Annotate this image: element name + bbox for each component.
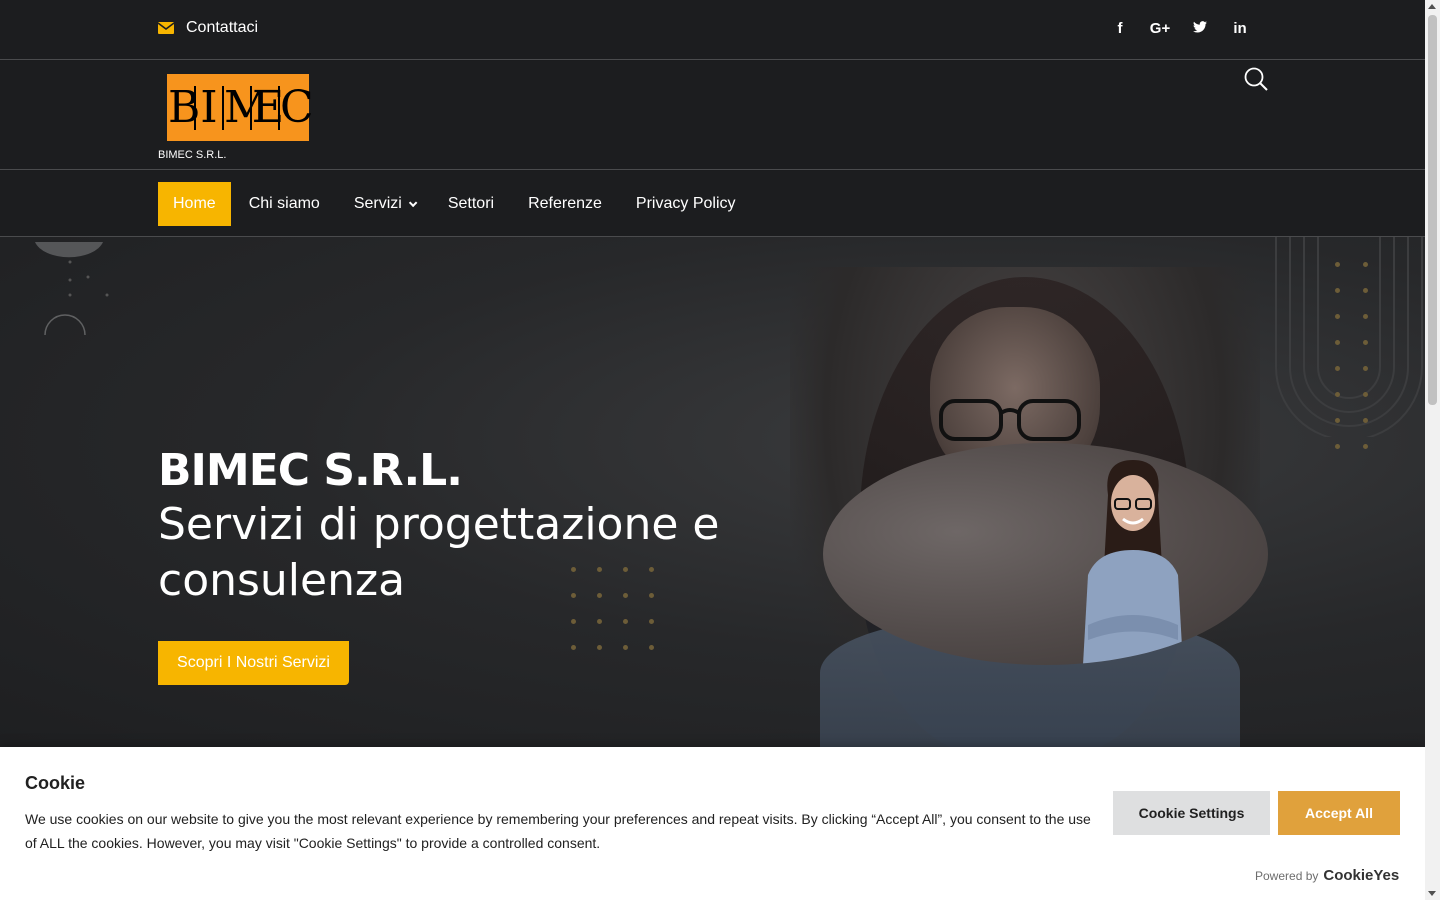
logo-letter: B — [168, 81, 201, 133]
hero-title: BIMEC S.R.L. — [158, 445, 463, 496]
nav-item-settori[interactable]: Settori — [431, 182, 511, 226]
nav-item-referenze[interactable]: Referenze — [511, 182, 619, 226]
social-links: f G+ in — [1100, 20, 1260, 37]
site-header: B I M E C BIMEC S.R.L. — [0, 61, 1425, 170]
chevron-down-icon — [408, 198, 418, 208]
twitter-icon[interactable] — [1180, 20, 1220, 37]
scroll-down-arrow-icon[interactable] — [1428, 891, 1436, 896]
cookie-banner: Cookie We use cookies on our website to … — [0, 747, 1425, 900]
nav-item-privacy-policy[interactable]: Privacy Policy — [619, 182, 753, 226]
decorative-dots — [1335, 262, 1391, 470]
main-nav: Home Chi siamo Servizi Settori Referenze… — [0, 171, 1425, 237]
scroll-thumb[interactable] — [1428, 15, 1437, 405]
hero-section: BIMEC S.R.L. Servizi di progettazione e … — [0, 237, 1425, 747]
envelope-icon — [158, 22, 174, 34]
person-illustration — [1083, 460, 1183, 665]
logo-letter: E — [252, 81, 285, 133]
discover-services-button[interactable]: Scopri I Nostri Servizi — [158, 641, 349, 685]
logo-letter: C — [280, 81, 314, 133]
nav-item-label: Servizi — [353, 195, 402, 212]
glasses-shape — [939, 399, 1081, 441]
logo-letter: I — [196, 85, 224, 130]
cookie-settings-button[interactable]: Cookie Settings — [1113, 791, 1270, 835]
hero-oval-image — [823, 443, 1268, 665]
cookieyes-logo: CookieYes — [1323, 867, 1400, 884]
cookie-title: Cookie — [25, 773, 86, 793]
decorative-circles — [35, 242, 109, 336]
site-logo[interactable]: B I M E C — [167, 74, 314, 141]
page-scrollbar[interactable] — [1425, 0, 1440, 900]
nav-item-chi-siamo[interactable]: Chi siamo — [232, 182, 337, 226]
scroll-up-arrow-icon[interactable] — [1428, 4, 1436, 9]
hero-subtitle: Servizi di progettazione e consulenza — [158, 499, 720, 606]
brand-name: BIMEC S.R.L. — [158, 149, 227, 161]
top-bar: Contattaci f G+ in — [0, 0, 1425, 60]
search-icon[interactable] — [1243, 66, 1269, 92]
cookie-text: We use cookies on our website to give yo… — [25, 811, 1091, 851]
nav-item-home[interactable]: Home — [158, 182, 231, 226]
logo-letter: M — [224, 81, 270, 133]
google-plus-icon[interactable]: G+ — [1140, 20, 1180, 37]
contact-label: Contattaci — [186, 19, 259, 36]
powered-by-label: Powered by — [1255, 869, 1319, 883]
powered-by[interactable]: Powered by CookieYes — [1255, 867, 1399, 884]
nav-item-servizi[interactable]: Servizi — [337, 182, 431, 226]
facebook-icon[interactable]: f — [1100, 20, 1140, 37]
linkedin-icon[interactable]: in — [1220, 20, 1260, 37]
accept-all-button[interactable]: Accept All — [1278, 791, 1400, 835]
contact-link[interactable]: Contattaci — [158, 19, 258, 37]
